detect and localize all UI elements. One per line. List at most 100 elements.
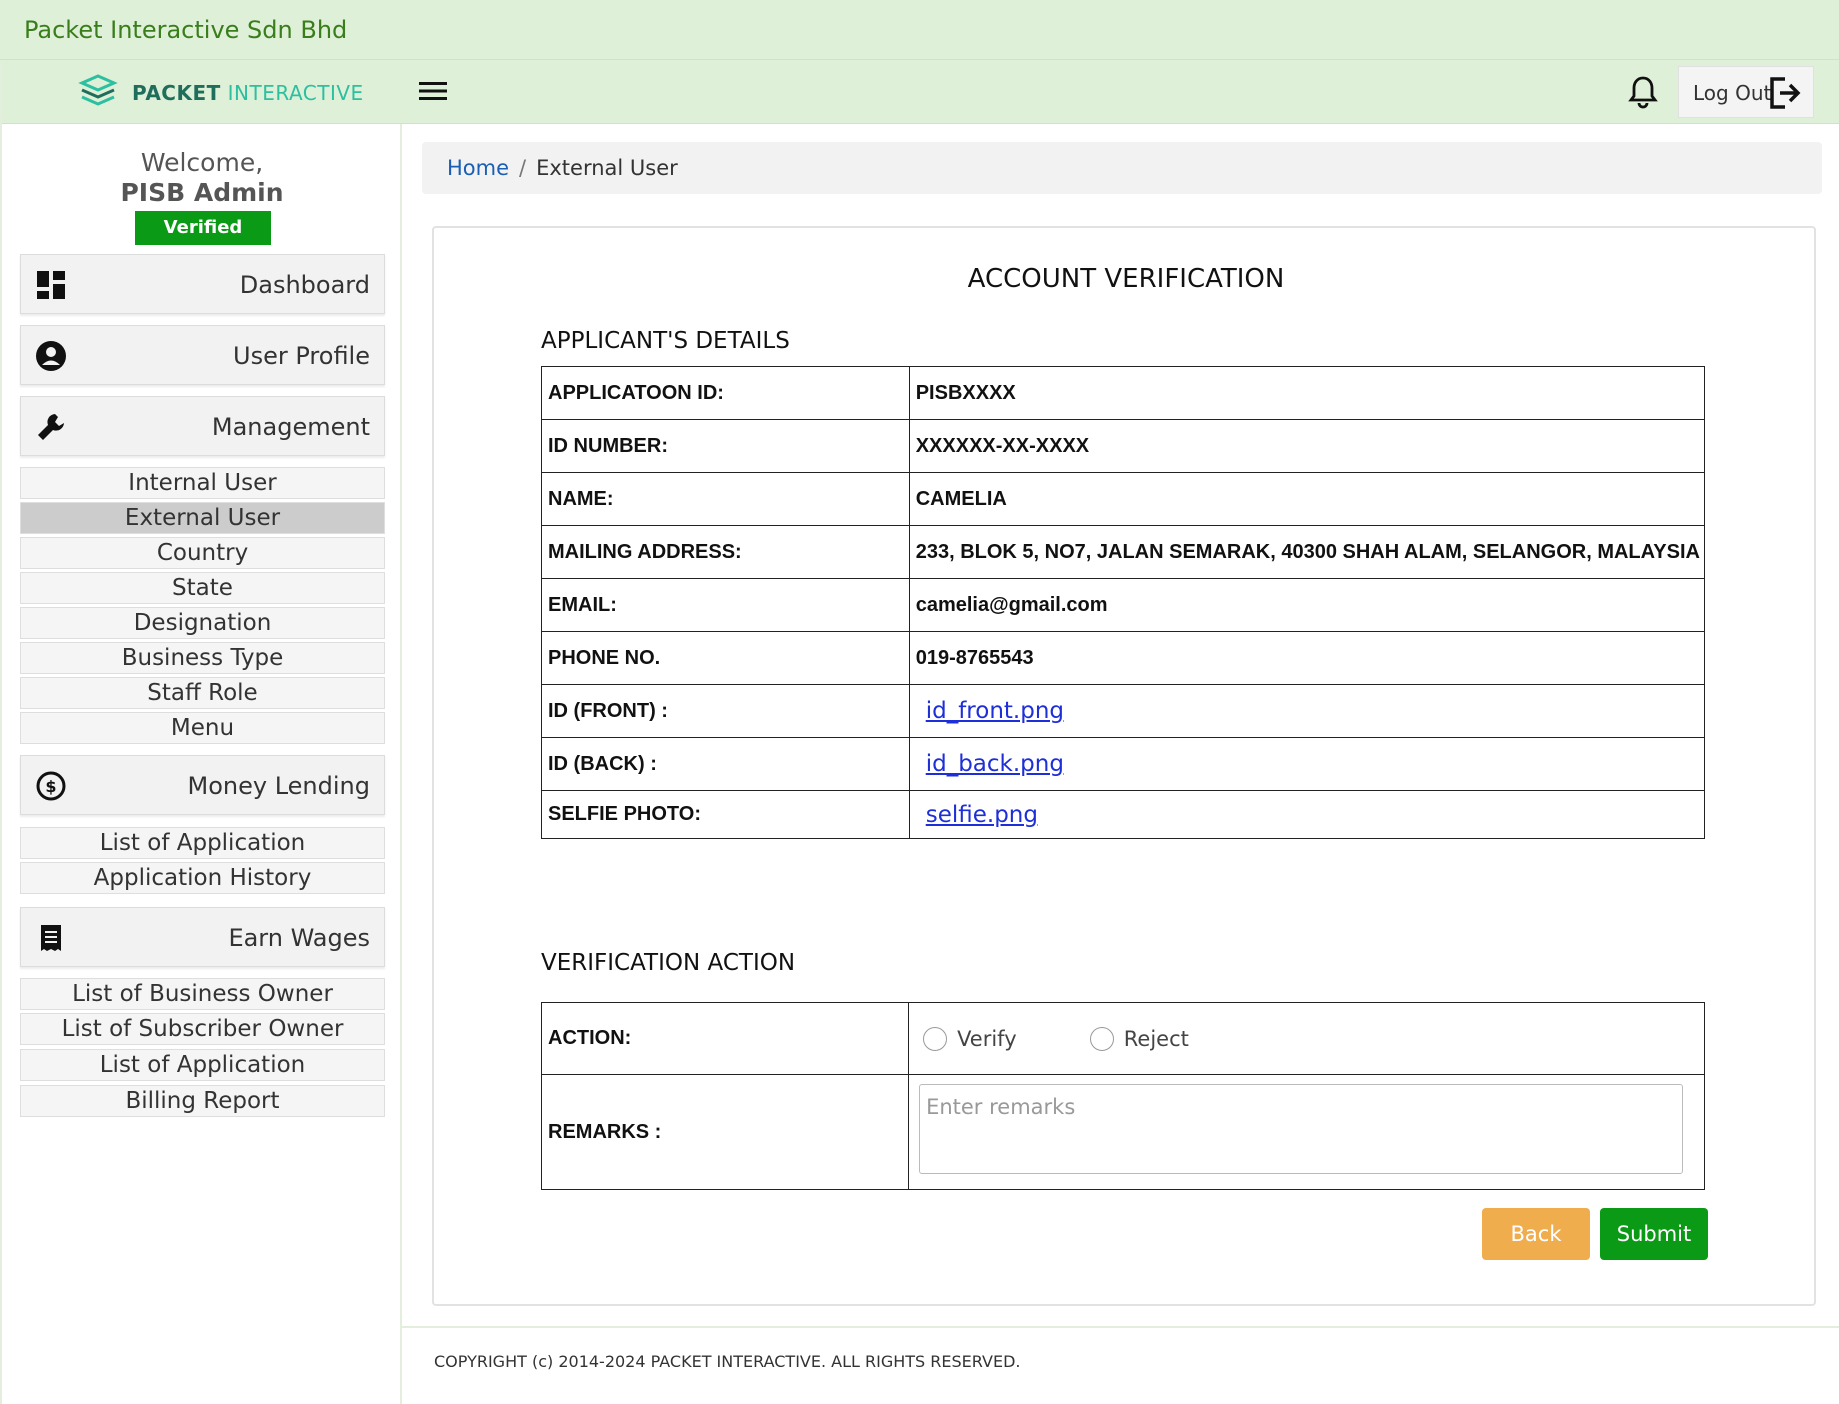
table-row: ACTION: Verify Reject bbox=[540, 1002, 1705, 1075]
id-back-link[interactable]: id_back.png bbox=[926, 751, 1064, 777]
sidebar-item-menu[interactable]: Menu bbox=[20, 712, 385, 744]
hamburger-menu-icon[interactable] bbox=[418, 78, 448, 104]
detail-value: XXXXXX-XX-XXXX bbox=[908, 419, 1706, 473]
sidebar-item-list-of-subscriber-owner[interactable]: List of Subscriber Owner bbox=[20, 1013, 385, 1045]
sidebar-label: Dashboard bbox=[239, 271, 370, 299]
brand-name: PACKET INTERACTIVE bbox=[132, 81, 364, 105]
footer-copyright: COPYRIGHT (c) 2014-2024 PACKET INTERACTI… bbox=[434, 1352, 1021, 1371]
logout-label: Log Out bbox=[1693, 81, 1772, 105]
submit-button[interactable]: Submit bbox=[1600, 1208, 1708, 1260]
breadcrumb-home-link[interactable]: Home bbox=[447, 156, 509, 180]
breadcrumb-separator: / bbox=[519, 156, 527, 180]
sidebar-item-billing-report[interactable]: Billing Report bbox=[20, 1085, 385, 1117]
sidebar-item-user-profile[interactable]: User Profile bbox=[20, 325, 385, 385]
detail-label: SELFIE PHOTO: bbox=[541, 790, 910, 839]
sidebar-item-list-of-application[interactable]: List of Application bbox=[20, 827, 385, 859]
brand-bar: PACKET INTERACTIVE bbox=[2, 60, 402, 124]
brand-light: INTERACTIVE bbox=[227, 81, 364, 105]
detail-value: 233, BLOK 5, NO7, JALAN SEMARAK, 40300 S… bbox=[908, 525, 1706, 579]
welcome-text: Welcome, bbox=[140, 148, 264, 177]
sidebar-item-country[interactable]: Country bbox=[20, 537, 385, 569]
sidebar-item-business-type[interactable]: Business Type bbox=[20, 642, 385, 674]
detail-label: ID (FRONT) : bbox=[541, 684, 910, 738]
detail-value: CAMELIA bbox=[908, 472, 1706, 526]
detail-label: APPLICATOON ID: bbox=[541, 366, 910, 420]
table-row: NAME: CAMELIA bbox=[541, 472, 1706, 526]
action-label: ACTION: bbox=[540, 1002, 910, 1075]
detail-label: NAME: bbox=[541, 472, 910, 526]
sidebar-item-staff-role[interactable]: Staff Role bbox=[20, 677, 385, 709]
packet-logo-icon bbox=[78, 74, 118, 106]
breadcrumb-current: External User bbox=[536, 156, 678, 180]
sidebar-item-dashboard[interactable]: Dashboard bbox=[20, 254, 385, 314]
applicant-details-table: APPLICATOON ID: PISBXXXX ID NUMBER: XXXX… bbox=[541, 366, 1706, 839]
detail-value: PISBXXXX bbox=[908, 366, 1706, 420]
sidebar-item-management[interactable]: Management bbox=[20, 396, 385, 456]
detail-value: 019-8765543 bbox=[908, 631, 1706, 685]
dashboard-icon bbox=[37, 271, 65, 299]
selfie-link[interactable]: selfie.png bbox=[926, 802, 1038, 828]
sidebar-item-designation[interactable]: Designation bbox=[20, 607, 385, 639]
sidebar-label: User Profile bbox=[233, 342, 370, 370]
sidebar-item-external-user[interactable]: External User bbox=[20, 502, 385, 534]
main-content: Home / External User ACCOUNT VERIFICATION … bbox=[402, 124, 1839, 1328]
sidebar: PACKET INTERACTIVE Welcome, PISB Admin V… bbox=[0, 60, 402, 1404]
back-button[interactable]: Back bbox=[1482, 1208, 1590, 1260]
user-circle-icon bbox=[36, 341, 66, 371]
reject-radio[interactable] bbox=[1089, 1026, 1114, 1051]
bell-icon[interactable] bbox=[1626, 74, 1660, 110]
user-name: PISB Admin bbox=[120, 178, 284, 207]
detail-label: EMAIL: bbox=[541, 578, 910, 632]
detail-value: id_back.png bbox=[908, 737, 1706, 791]
verify-radio-label: Verify bbox=[957, 1026, 1017, 1051]
top-bar: Packet Interactive Sdn Bhd bbox=[0, 0, 1839, 60]
brand-bold: PACKET bbox=[132, 81, 221, 105]
verification-card: ACCOUNT VERIFICATION APPLICANT'S DETAILS… bbox=[432, 226, 1816, 1306]
table-row: EMAIL: camelia@gmail.com bbox=[541, 578, 1706, 632]
sidebar-item-internal-user[interactable]: Internal User bbox=[20, 467, 385, 499]
header: Log Out bbox=[402, 60, 1839, 124]
company-name: Packet Interactive Sdn Bhd bbox=[24, 16, 348, 44]
action-options: Verify Reject bbox=[908, 1002, 1705, 1075]
sidebar-item-list-of-application-wages[interactable]: List of Application bbox=[20, 1049, 385, 1081]
table-row: PHONE NO. 019-8765543 bbox=[541, 631, 1706, 685]
sidebar-label: Earn Wages bbox=[228, 924, 370, 952]
reject-radio-label: Reject bbox=[1123, 1026, 1189, 1051]
page-title: ACCOUNT VERIFICATION bbox=[967, 264, 1285, 294]
applicant-section-title: APPLICANT'S DETAILS bbox=[541, 328, 790, 354]
detail-value: id_front.png bbox=[908, 684, 1706, 738]
verified-badge: Verified bbox=[135, 211, 271, 245]
sidebar-item-earn-wages[interactable]: Earn Wages bbox=[20, 907, 385, 967]
detail-label: ID (BACK) : bbox=[541, 737, 910, 791]
wrench-icon bbox=[38, 414, 64, 440]
remarks-cell bbox=[908, 1074, 1705, 1190]
logout-button[interactable]: Log Out bbox=[1678, 66, 1814, 118]
breadcrumb: Home / External User bbox=[422, 142, 1822, 194]
table-row: SELFIE PHOTO: selfie.png bbox=[541, 790, 1706, 839]
detail-label: ID NUMBER: bbox=[541, 419, 910, 473]
remarks-input[interactable] bbox=[919, 1084, 1684, 1174]
sidebar-item-money-lending[interactable]: $ Money Lending bbox=[20, 755, 385, 815]
detail-label: MAILING ADDRESS: bbox=[541, 525, 910, 579]
verify-radio[interactable] bbox=[923, 1026, 948, 1051]
receipt-icon bbox=[41, 925, 61, 951]
table-row: ID (BACK) : id_back.png bbox=[541, 737, 1706, 791]
detail-value: selfie.png bbox=[908, 790, 1706, 839]
sidebar-label: Money Lending bbox=[187, 772, 370, 800]
sidebar-item-list-of-business-owner[interactable]: List of Business Owner bbox=[20, 978, 385, 1010]
table-row: APPLICATOON ID: PISBXXXX bbox=[541, 366, 1706, 420]
verification-section-title: VERIFICATION ACTION bbox=[541, 950, 796, 976]
detail-label: PHONE NO. bbox=[541, 631, 910, 685]
dollar-circle-icon: $ bbox=[36, 771, 66, 801]
id-front-link[interactable]: id_front.png bbox=[926, 698, 1064, 724]
verification-action-table: ACTION: Verify Reject REMARKS : bbox=[540, 1002, 1705, 1190]
sidebar-item-state[interactable]: State bbox=[20, 572, 385, 604]
sidebar-item-application-history[interactable]: Application History bbox=[20, 862, 385, 894]
table-row: REMARKS : bbox=[540, 1074, 1705, 1190]
table-row: MAILING ADDRESS: 233, BLOK 5, NO7, JALAN… bbox=[541, 525, 1706, 579]
table-row: ID (FRONT) : id_front.png bbox=[541, 684, 1706, 738]
detail-value: camelia@gmail.com bbox=[908, 578, 1706, 632]
svg-text:$: $ bbox=[45, 777, 56, 796]
sidebar-label: Management bbox=[211, 413, 370, 441]
remarks-label: REMARKS : bbox=[540, 1074, 910, 1190]
